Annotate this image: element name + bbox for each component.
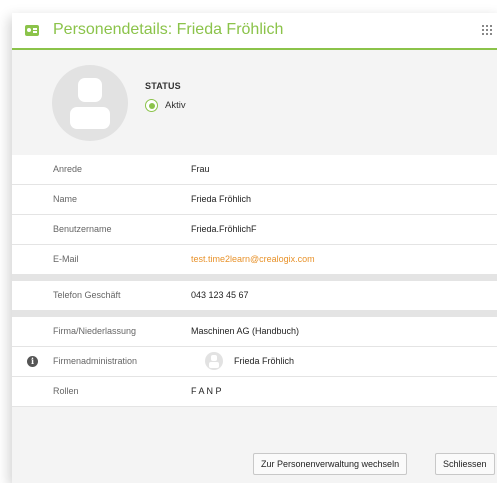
detail-label: Telefon Geschäft bbox=[53, 290, 121, 300]
contact-card-icon bbox=[25, 25, 39, 36]
dialog-footer: Zur Personenverwaltung wechseln Schliess… bbox=[12, 446, 497, 483]
dialog-header: Personendetails: Frieda Fröhlich bbox=[12, 13, 497, 50]
detail-label: Firmenadministration bbox=[53, 356, 138, 366]
detail-row-firmenadministration: i Firmenadministration Frieda Fröhlich bbox=[12, 347, 497, 377]
detail-row-anrede: Anrede Frau bbox=[12, 155, 497, 185]
user-avatar-small-icon bbox=[205, 352, 223, 370]
detail-value: F A N P bbox=[191, 386, 222, 396]
person-details-dialog: Personendetails: Frieda Fröhlich STATUS … bbox=[12, 13, 497, 483]
detail-label: Firma/Niederlassung bbox=[53, 326, 137, 336]
status-value: Aktiv bbox=[165, 100, 186, 111]
status-label: STATUS bbox=[145, 81, 181, 91]
details-list: Anrede Frau Name Frieda Fröhlich Benutze… bbox=[12, 155, 497, 407]
detail-value: 043 123 45 67 bbox=[191, 290, 249, 300]
detail-value: Frieda Fröhlich bbox=[191, 194, 252, 204]
dialog-title: Personendetails: Frieda Fröhlich bbox=[53, 21, 284, 38]
detail-value: Maschinen AG (Handbuch) bbox=[191, 326, 300, 336]
user-avatar-icon bbox=[52, 65, 128, 141]
switch-to-person-management-button[interactable]: Zur Personenverwaltung wechseln bbox=[253, 453, 408, 475]
detail-row-email: E-Mail test.time2learn@crealogix.com bbox=[12, 245, 497, 281]
grip-icon[interactable] bbox=[482, 25, 492, 35]
detail-label: E-Mail bbox=[53, 254, 79, 264]
email-link[interactable]: test.time2learn@crealogix.com bbox=[191, 254, 315, 264]
close-button[interactable]: Schliessen bbox=[435, 453, 495, 475]
detail-row-name: Name Frieda Fröhlich bbox=[12, 185, 497, 215]
detail-value: Frieda.FröhlichF bbox=[191, 224, 257, 234]
info-icon[interactable]: i bbox=[27, 356, 38, 367]
detail-row-rollen: Rollen F A N P bbox=[12, 377, 497, 407]
detail-value: Frieda Fröhlich bbox=[234, 356, 295, 366]
detail-value: Frau bbox=[191, 164, 210, 174]
detail-label: Rollen bbox=[53, 386, 79, 396]
detail-row-benutzername: Benutzername Frieda.FröhlichF bbox=[12, 215, 497, 245]
status-active-radio[interactable] bbox=[145, 99, 158, 112]
profile-section: STATUS Aktiv bbox=[12, 50, 497, 154]
detail-row-telefon: Telefon Geschäft 043 123 45 67 bbox=[12, 281, 497, 317]
detail-label: Name bbox=[53, 194, 78, 204]
detail-label: Anrede bbox=[53, 164, 83, 174]
detail-label: Benutzername bbox=[53, 224, 112, 234]
detail-row-firma: Firma/Niederlassung Maschinen AG (Handbu… bbox=[12, 317, 497, 347]
